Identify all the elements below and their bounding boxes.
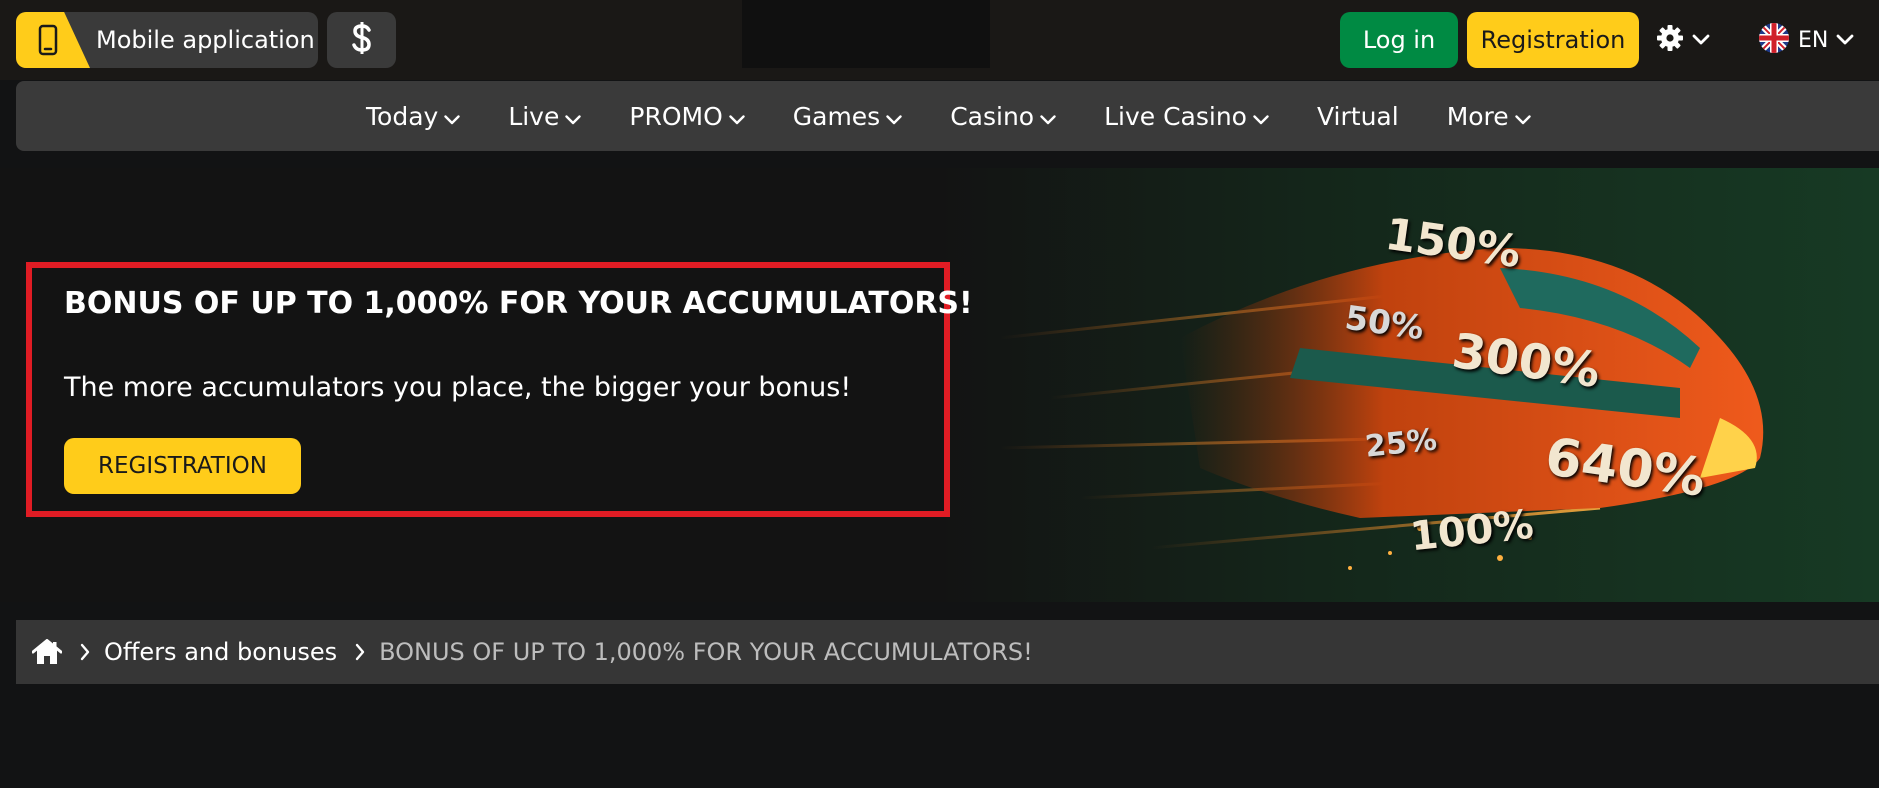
breadcrumb-current-page: BONUS OF UP TO 1,000% FOR YOUR ACCUMULAT… — [379, 638, 1033, 666]
nav-item-live-casino[interactable]: Live Casino — [1104, 102, 1269, 131]
promo-registration-button[interactable]: REGISTRATION — [64, 438, 301, 494]
nav-items: Today Live PROMO Games Casino Live Casin… — [366, 81, 1579, 151]
chevron-down-icon — [444, 102, 461, 131]
page: Mobile application Log in Registration E… — [0, 0, 1879, 788]
nav-item-games[interactable]: Games — [793, 102, 902, 131]
chevron-right-icon — [355, 643, 365, 661]
mobile-application-button[interactable]: Mobile application — [16, 12, 318, 68]
nav-item-casino[interactable]: Casino — [950, 102, 1056, 131]
nav-item-live[interactable]: Live — [508, 101, 582, 131]
chevron-down-icon — [1514, 102, 1531, 131]
gear-icon — [1656, 24, 1684, 56]
nav-item-promo[interactable]: PROMO — [629, 101, 745, 131]
chevron-down-icon — [886, 102, 902, 131]
nav-item-virtual[interactable]: Virtual — [1317, 102, 1399, 131]
nav-item-label: Casino — [950, 101, 1035, 131]
nav-item-label: Virtual — [1316, 101, 1399, 131]
mobile-application-label: Mobile application — [96, 26, 315, 54]
nav-item-label: PROMO — [629, 101, 723, 131]
promo-banner: 150% 50% 300% 25% 640% 100% BONUS OF UP … — [0, 168, 1879, 602]
percent-label-25: 25% — [1363, 422, 1439, 465]
nav-item-label: Live — [508, 101, 560, 131]
chevron-down-icon — [1253, 102, 1269, 131]
chevron-down-icon — [1040, 102, 1056, 131]
language-selector[interactable]: EN — [1758, 22, 1854, 58]
breadcrumb: Offers and bonuses BONUS OF UP TO 1,000%… — [16, 620, 1879, 684]
login-button[interactable]: Log in — [1340, 12, 1458, 68]
nav-item-label: Games — [792, 101, 881, 131]
top-bar-dark-area — [742, 0, 990, 68]
nav-item-today[interactable]: Today — [366, 101, 461, 131]
uk-flag-icon — [1758, 22, 1790, 58]
chevron-down-icon — [729, 102, 745, 131]
smartphone-icon — [38, 24, 58, 60]
registration-button[interactable]: Registration — [1467, 12, 1639, 68]
chevron-down-icon — [1836, 31, 1854, 50]
promo-highlight-box: BONUS OF UP TO 1,000% FOR YOUR ACCUMULAT… — [26, 262, 973, 517]
chevron-down-icon — [1692, 31, 1710, 50]
top-bar: Mobile application Log in Registration E… — [0, 0, 1879, 80]
promo-title: BONUS OF UP TO 1,000% FOR YOUR ACCUMULAT… — [64, 286, 973, 321]
main-navigation: Today Live PROMO Games Casino Live Casin… — [16, 81, 1879, 151]
promo-description: The more accumulators you place, the big… — [64, 372, 852, 403]
dollar-icon — [351, 21, 373, 59]
currency-button[interactable] — [327, 12, 396, 68]
settings-menu[interactable] — [1656, 22, 1710, 58]
breadcrumb-offers-and-bonuses[interactable]: Offers and bonuses — [104, 638, 337, 666]
nav-item-label: Live Casino — [1104, 101, 1247, 131]
nav-item-more[interactable]: More — [1447, 102, 1531, 131]
chevron-right-icon — [80, 643, 90, 661]
home-icon[interactable] — [32, 639, 62, 665]
language-code: EN — [1798, 27, 1829, 53]
nav-item-label: More — [1446, 101, 1509, 131]
chevron-down-icon — [565, 102, 582, 131]
nav-item-label: Today — [366, 101, 439, 131]
